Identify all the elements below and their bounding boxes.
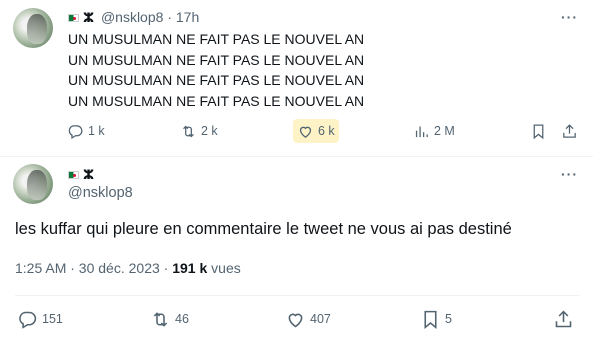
bookmark-count: 5 <box>445 312 452 326</box>
divider <box>0 156 593 157</box>
avatar[interactable] <box>13 8 53 48</box>
retweet-icon <box>153 311 168 327</box>
more-options-icon[interactable]: ··· <box>561 9 578 25</box>
timestamp[interactable]: 17h <box>176 9 199 25</box>
bookmark-icon <box>424 310 437 329</box>
more-options-icon[interactable]: ··· <box>561 166 578 182</box>
user-handle[interactable]: @nsklop8 <box>68 185 133 201</box>
tweet-text: les kuffar qui pleure en commentaire le … <box>15 220 512 238</box>
heart-icon <box>299 126 312 138</box>
bookmark-icon <box>533 123 544 139</box>
analytics-icon <box>415 126 428 137</box>
views-count: 2 M <box>434 124 455 138</box>
avatar[interactable] <box>13 164 53 204</box>
user-handle[interactable]: @nsklop8 <box>101 9 163 25</box>
reply-button[interactable]: 1 k <box>67 119 105 143</box>
retweet-count: 46 <box>175 312 189 326</box>
amazigh-symbol: ⵣ <box>83 10 95 26</box>
bookmark-button[interactable] <box>530 119 547 143</box>
tweet-actions: 1 k 2 k 6 k 2 M <box>0 119 593 143</box>
retweet-count: 2 k <box>201 124 218 138</box>
algeria-flag-icon <box>68 170 79 179</box>
reply-button[interactable]: 151 <box>17 307 63 331</box>
like-count: 6 k <box>318 124 335 138</box>
reply-icon <box>68 124 83 139</box>
share-button[interactable] <box>561 119 578 143</box>
share-icon <box>563 123 576 138</box>
bookmark-button[interactable]: 5 <box>420 307 452 331</box>
share-button[interactable] <box>553 307 574 331</box>
timestamp[interactable]: 1:25 AM · 30 déc. 2023 · <box>15 260 172 276</box>
reply-count: 151 <box>42 312 63 326</box>
retweet-button[interactable]: 2 k <box>180 119 218 143</box>
views-label: vues <box>207 260 241 276</box>
retweet-icon <box>183 125 194 137</box>
reply-icon <box>19 311 37 329</box>
like-count: 407 <box>310 312 331 326</box>
tweet-text: UN MUSULMAN NE FAIT PAS LE NOUVEL AN UN … <box>68 31 365 109</box>
share-icon <box>555 310 572 327</box>
divider <box>15 295 580 296</box>
heart-icon <box>288 313 303 327</box>
tweet-header: ⵣ @nsklop8 · 17h <box>68 9 199 26</box>
display-name[interactable]: ⵣ <box>68 166 94 184</box>
tweet-metadata: 1:25 AM · 30 déc. 2023 · 191 k vues <box>15 260 241 276</box>
algeria-flag-icon <box>68 14 79 23</box>
like-button[interactable]: 6 k <box>293 119 339 143</box>
reply-count: 1 k <box>88 124 105 138</box>
retweet-button[interactable]: 46 <box>150 307 189 331</box>
tweet-actions: 151 46 407 5 <box>0 307 593 333</box>
views-count: 191 k <box>172 260 208 276</box>
like-button[interactable]: 407 <box>285 307 331 331</box>
separator: · <box>167 9 172 25</box>
views-button[interactable]: 2 M <box>413 119 455 143</box>
amazigh-symbol: ⵣ <box>83 166 95 182</box>
